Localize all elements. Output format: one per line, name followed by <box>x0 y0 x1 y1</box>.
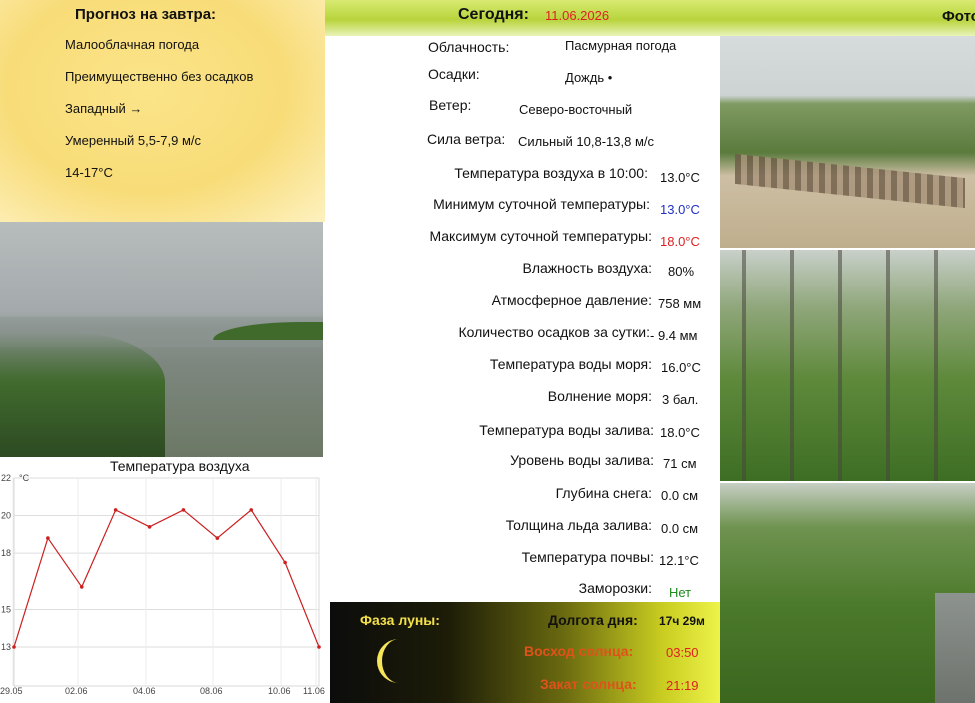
forecast-wind-direction: Западный → <box>65 101 143 116</box>
rainfall-value: - 9.4 мм <box>650 328 698 343</box>
photo-section-label: Фото <box>942 8 975 25</box>
air-temp-value: 13.0°C <box>660 170 700 185</box>
wind-strength-label: Сила ветра: <box>427 131 506 147</box>
forecast-temperature: 14-17°C <box>65 165 113 180</box>
sunrise-value: 03:50 <box>666 645 699 660</box>
data-point <box>283 560 287 565</box>
data-point <box>79 585 84 589</box>
soil-temp-value: 12.1°C <box>659 553 699 568</box>
y-tick-label: 20 <box>1 511 11 521</box>
sunrise-label: Восход солнца: <box>524 643 634 659</box>
cloudiness-value: Пасмурная погода <box>565 38 677 53</box>
day-length-label: Долгота дня: <box>548 612 638 628</box>
wind-value: Северо-восточный <box>519 102 633 117</box>
chart-unit-label: °C <box>19 473 30 483</box>
forecast-cloudiness: Малооблачная погода <box>65 37 200 52</box>
y-tick-label: 18 <box>1 548 11 558</box>
air-temp-label: Температура воздуха в 10:00: <box>454 165 648 181</box>
precipitation-value: Дождь • <box>565 70 613 85</box>
dunes-photo[interactable] <box>720 36 975 248</box>
x-tick-label: 08.06 <box>200 686 223 696</box>
x-tick-label: 10.06 <box>268 686 291 696</box>
today-date: 11.06.2026 <box>545 8 610 23</box>
data-point <box>317 645 321 649</box>
sunset-value: 21:19 <box>666 678 699 693</box>
data-point <box>113 508 118 512</box>
humidity-value: 80% <box>668 264 695 279</box>
snow-depth-label: Глубина снега: <box>555 485 652 501</box>
data-point <box>12 645 16 649</box>
wind-strength-value: Сильный 10,8-13,8 м/с <box>518 134 654 149</box>
moon-phase-label: Фаза луны: <box>360 612 440 628</box>
forest-photo[interactable] <box>720 250 975 481</box>
sea-temp-value: 16.0°C <box>661 360 701 375</box>
bay-level-label: Уровень воды залива: <box>510 452 654 468</box>
y-tick-label: 13 <box>1 642 11 652</box>
min-temp-value: 13.0°C <box>660 202 700 217</box>
tree-trunks <box>720 250 975 481</box>
day-length-value: 17ч 29м <box>659 614 705 628</box>
x-tick-label: 29.05 <box>0 686 23 696</box>
cloudiness-label: Облачность: <box>428 39 510 55</box>
wind-label: Ветер: <box>429 97 472 113</box>
x-tick-label: 02.06 <box>65 686 88 696</box>
forecast-wind-strength: Умеренный 5,5-7,9 м/с <box>65 133 202 148</box>
forest-path <box>935 593 975 703</box>
max-temp-value: 18.0°C <box>660 234 700 249</box>
max-temp-label: Максимум суточной температуры: <box>429 228 652 244</box>
today-label: Сегодня: <box>458 6 529 23</box>
top-bar <box>325 0 975 36</box>
x-tick-label: 11.06 <box>303 686 325 696</box>
humidity-label: Влажность воздуха: <box>522 260 652 276</box>
bay-temp-label: Температура воды залива: <box>479 422 654 438</box>
moon-crescent-icon <box>377 639 399 683</box>
frost-value: Нет <box>669 585 692 600</box>
pressure-value: 758 мм <box>658 296 702 311</box>
x-axis-ticks: 29.05 02.06 04.06 08.06 10.06 11.06 <box>0 686 325 696</box>
data-point <box>147 525 152 529</box>
forecast-title: Прогноз на завтра: <box>75 6 217 23</box>
x-tick-label: 04.06 <box>133 686 156 696</box>
sunset-label: Закат солнца: <box>540 676 637 692</box>
data-point <box>249 508 254 512</box>
forest-path-photo[interactable] <box>720 483 975 703</box>
precipitation-label: Осадки: <box>428 66 480 82</box>
sea-waves-label: Волнение моря: <box>547 388 652 404</box>
ice-thickness-value: 0.0 см <box>661 521 699 536</box>
frost-label: Заморозки: <box>578 580 652 596</box>
sea-temp-label: Температура воды моря: <box>489 356 652 372</box>
sea-waves-value: 3 бал. <box>662 392 699 407</box>
snow-depth-value: 0.0 см <box>661 488 699 503</box>
y-tick-label: 15 <box>1 604 11 614</box>
temperature-chart: 13 15 18 20 22 29.05 02.06 04.06 08.06 10.06 11.0… <box>0 473 325 696</box>
y-tick-label: 22 <box>1 473 11 483</box>
fence <box>735 153 965 209</box>
data-point <box>215 536 220 540</box>
forecast-panel: Прогноз на завтра: Малооблачная погода П… <box>0 0 325 222</box>
forecast-precipitation: Преимущественно без осадков <box>65 69 254 84</box>
data-point <box>181 508 186 512</box>
reeds-left <box>0 332 165 457</box>
min-temp-label: Минимум суточной температуры: <box>433 196 650 212</box>
ice-thickness-label: Толщина льда залива: <box>505 517 652 533</box>
bay-temp-value: 18.0°C <box>660 425 700 440</box>
soil-temp-label: Температура почвы: <box>521 549 654 565</box>
lake-photo[interactable] <box>0 222 323 457</box>
data-point <box>46 536 50 540</box>
pressure-label: Атмосферное давление: <box>491 292 652 308</box>
bay-level-value: 71 см <box>663 456 697 471</box>
rainfall-label: Количество осадков за сутки: <box>458 324 650 340</box>
plot-area <box>13 477 320 687</box>
y-axis-ticks: 13 15 18 20 22 <box>1 473 11 652</box>
